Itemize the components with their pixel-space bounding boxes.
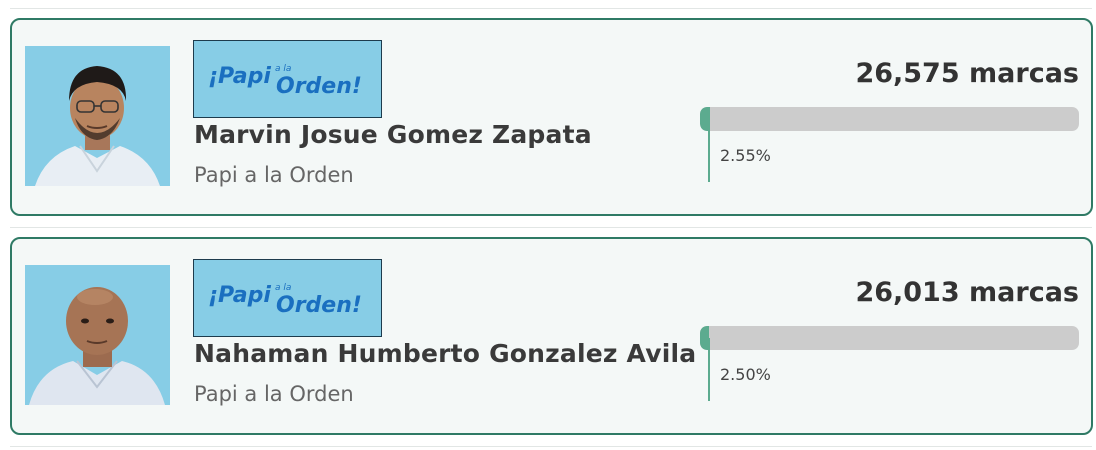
svg-text:¡Papi: ¡Papi (208, 283, 271, 308)
candidate-name: Marvin Josue Gomez Zapata (194, 120, 592, 149)
vote-count: 26,575 marcas (855, 58, 1079, 89)
svg-text:¡Papi: ¡Papi (208, 64, 271, 89)
svg-text:a la: a la (275, 283, 291, 293)
candidate-name: Nahaman Humberto Gonzalez Avila (194, 339, 697, 368)
results-list: ¡Papi a la Orden! Marvin Josue Gomez Zap… (0, 0, 1096, 450)
vote-percentage-bar (700, 107, 1079, 131)
party-logo-graphic: ¡Papi a la Orden! (208, 283, 362, 318)
candidate-photo (25, 265, 170, 405)
party-name: Papi a la Orden (194, 163, 354, 187)
vote-percentage: 2.55% (720, 146, 771, 165)
svg-text:a la: a la (275, 64, 291, 74)
vote-count: 26,013 marcas (855, 277, 1079, 308)
divider (10, 8, 1092, 9)
party-logo: ¡Papi a la Orden! (193, 259, 382, 337)
candidate-card: ¡Papi a la Orden! Nahaman Humberto Gonza… (10, 237, 1093, 435)
divider (10, 446, 1092, 447)
divider (10, 227, 1092, 228)
vote-percentage: 2.50% (720, 365, 771, 384)
candidate-card: ¡Papi a la Orden! Marvin Josue Gomez Zap… (10, 18, 1093, 216)
candidate-photo-illustration (25, 265, 170, 405)
party-name: Papi a la Orden (194, 382, 354, 406)
candidate-photo-illustration (25, 46, 170, 186)
candidate-photo (25, 46, 170, 186)
percentage-marker-line (708, 119, 710, 182)
party-logo: ¡Papi a la Orden! (193, 40, 382, 118)
svg-text:Orden!: Orden! (276, 293, 362, 318)
vote-percentage-bar (700, 326, 1079, 350)
party-logo-graphic: ¡Papi a la Orden! (194, 41, 381, 117)
percentage-marker-line (708, 338, 710, 401)
svg-text:Orden!: Orden! (276, 74, 362, 99)
